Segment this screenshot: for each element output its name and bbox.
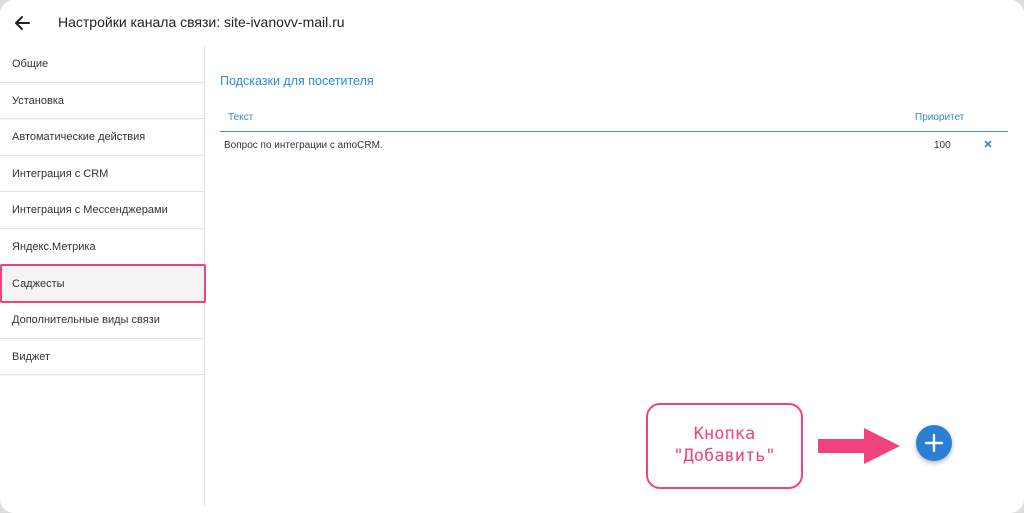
settings-window: Настройки канала связи: site-ivanovv-mai… <box>0 0 1024 513</box>
header: Настройки канала связи: site-ivanovv-mai… <box>0 0 1024 46</box>
sidebar-item-install[interactable]: Установка <box>0 83 204 120</box>
sidebar-item-yandex-metrika[interactable]: Яндекс.Метрика <box>0 229 204 266</box>
annotation-line-1: Кнопка <box>693 424 756 444</box>
sidebar-item-auto-actions[interactable]: Автоматические действия <box>0 119 204 156</box>
annotation-arrow-icon <box>818 428 900 464</box>
plus-icon <box>924 433 944 453</box>
sidebar-item-general[interactable]: Общие <box>0 46 204 83</box>
close-icon <box>984 140 992 148</box>
row-text: Вопрос по интеграции с amoCRM. <box>224 140 383 151</box>
annotation-line-2: "Добавить" <box>673 446 776 466</box>
back-button[interactable] <box>10 10 36 36</box>
sidebar-item-widget[interactable]: Виджет <box>0 339 204 376</box>
add-button[interactable] <box>916 425 952 461</box>
annotation-callout: Кнопка "Добавить" <box>646 403 803 489</box>
row-priority: 100 <box>934 140 951 151</box>
sidebar-item-extra-channels[interactable]: Дополнительные виды связи <box>0 302 204 339</box>
delete-row-button[interactable] <box>984 138 994 150</box>
sidebar-item-messengers[interactable]: Интеграция с Мессенджерами <box>0 192 204 229</box>
table-header-row: Текст Приоритет <box>220 104 1008 132</box>
suggestions-table: Текст Приоритет Вопрос по интеграции с a… <box>220 104 1008 158</box>
section-title: Подсказки для посетителя <box>220 74 374 88</box>
page-title: Настройки канала связи: site-ivanovv-mai… <box>58 14 345 30</box>
sidebar-item-crm[interactable]: Интеграция с CRM <box>0 156 204 193</box>
sidebar: Общие Установка Автоматические действия … <box>0 46 206 506</box>
arrow-left-icon <box>15 16 30 30</box>
column-header-priority: Приоритет <box>915 112 965 123</box>
sidebar-item-suggests[interactable]: Саджесты <box>0 263 206 303</box>
table-row: Вопрос по интеграции с amoCRM. 100 <box>220 132 1008 158</box>
column-header-text: Текст <box>228 112 254 123</box>
